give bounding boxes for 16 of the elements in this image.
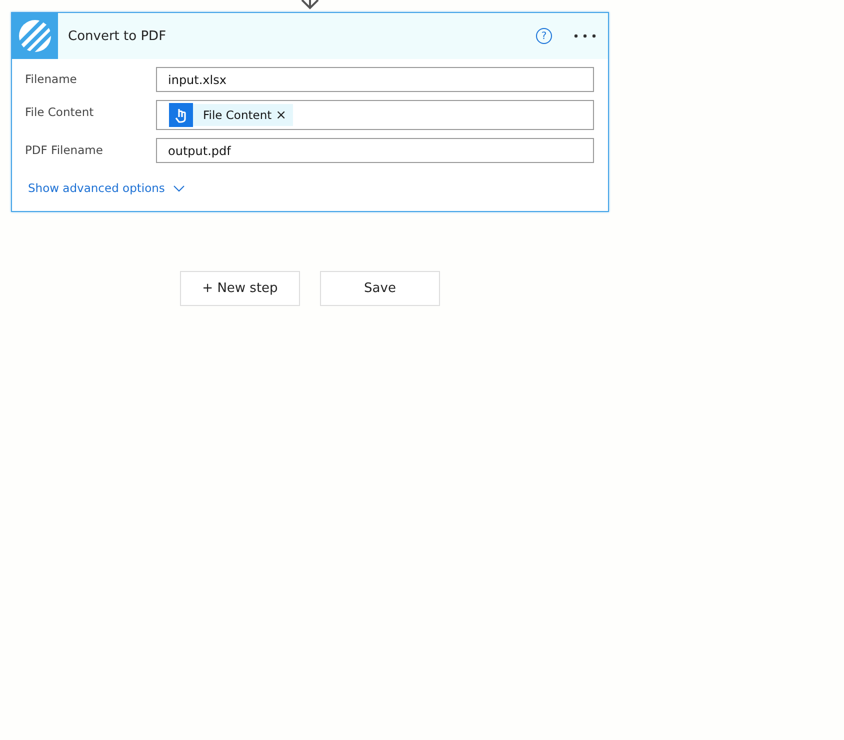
input-field[interactable]: output.pdf bbox=[156, 138, 594, 163]
input-field[interactable]: File Content × bbox=[156, 100, 594, 130]
remove-button[interactable]: × bbox=[272, 108, 287, 122]
field-label: File Content bbox=[25, 104, 95, 119]
input-field[interactable]: input.xlsx bbox=[156, 67, 594, 92]
card-title: Convert to PDF bbox=[68, 28, 168, 44]
advanced-options-link[interactable]: Show advanced options bbox=[28, 181, 185, 195]
token-chip: File Content × bbox=[169, 104, 293, 126]
new-step-button[interactable]: + New step bbox=[180, 271, 300, 306]
hand-icon bbox=[169, 103, 193, 127]
help-button[interactable]: ? bbox=[536, 28, 552, 44]
chevron-down-icon bbox=[172, 184, 185, 192]
more-icon[interactable] bbox=[574, 34, 596, 38]
field-label: PDF Filename bbox=[25, 142, 104, 157]
save-button[interactable]: Save bbox=[320, 271, 440, 306]
field-label: Filename bbox=[25, 71, 78, 86]
